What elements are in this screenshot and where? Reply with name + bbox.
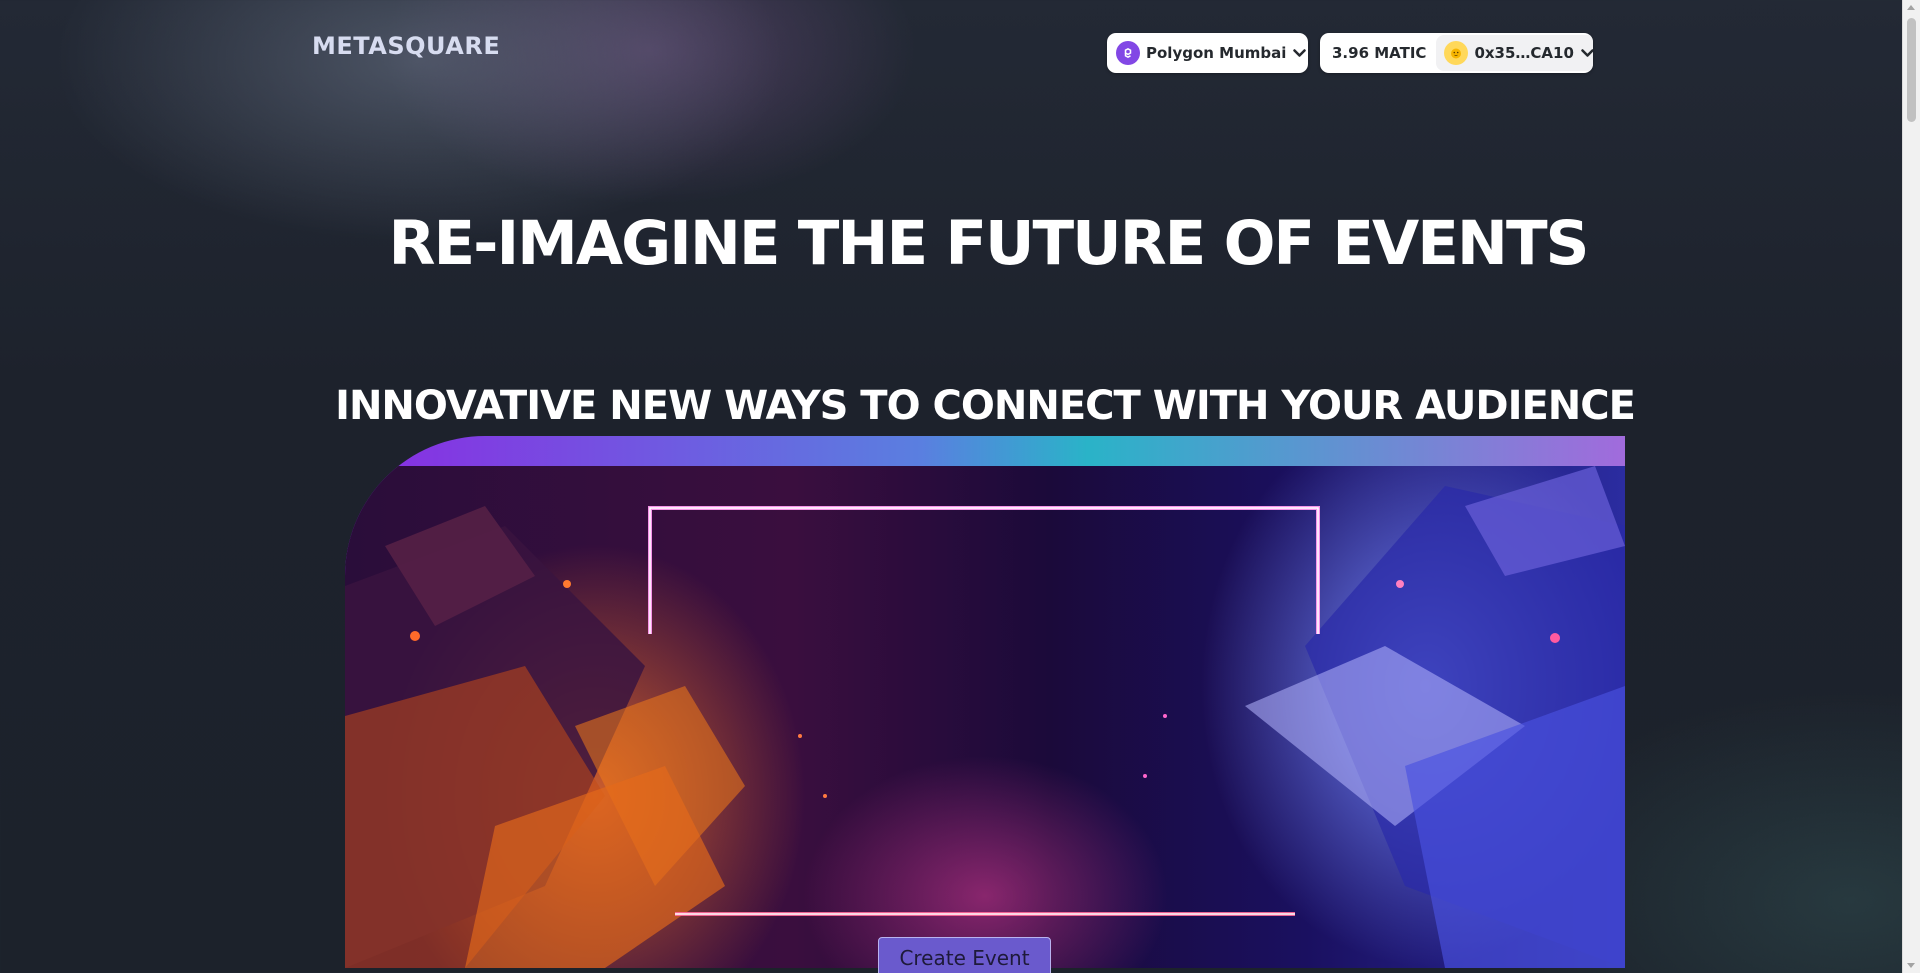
network-name: Polygon Mumbai [1146,44,1287,62]
account-address: 0x35…CA10 [1474,44,1574,62]
hero-banner [345,436,1625,968]
account-button[interactable]: 3.96 MATIC 0x35…CA10 [1320,33,1593,73]
network-switch-button[interactable]: Polygon Mumbai [1107,33,1308,73]
scrollbar-thumb[interactable] [1907,18,1916,122]
polygon-icon [1116,41,1140,65]
account-address-pill[interactable]: 0x35…CA10 [1436,35,1593,71]
scroll-up-arrow-icon[interactable] [1907,5,1915,10]
page-scrollbar[interactable] [1902,0,1920,973]
hero-subheadline: INNOVATIVE NEW WAYS TO CONNECT WITH YOUR… [335,383,1636,429]
wallet-balance: 3.96 MATIC [1332,44,1427,62]
chevron-down-icon [1293,48,1307,58]
emoji-avatar-icon [1444,41,1469,65]
top-navbar: METASQUARE Polygon Mumbai 3.96 MATIC 0x3… [0,0,1900,110]
hero-image [345,466,1625,968]
chevron-down-icon [1581,48,1593,58]
brand-logo[interactable]: METASQUARE [312,32,500,60]
scroll-down-arrow-icon[interactable] [1907,963,1915,968]
create-event-button[interactable]: Create Event [878,937,1051,973]
hero-headline: RE-IMAGINE THE FUTURE OF EVENTS [388,208,1590,279]
